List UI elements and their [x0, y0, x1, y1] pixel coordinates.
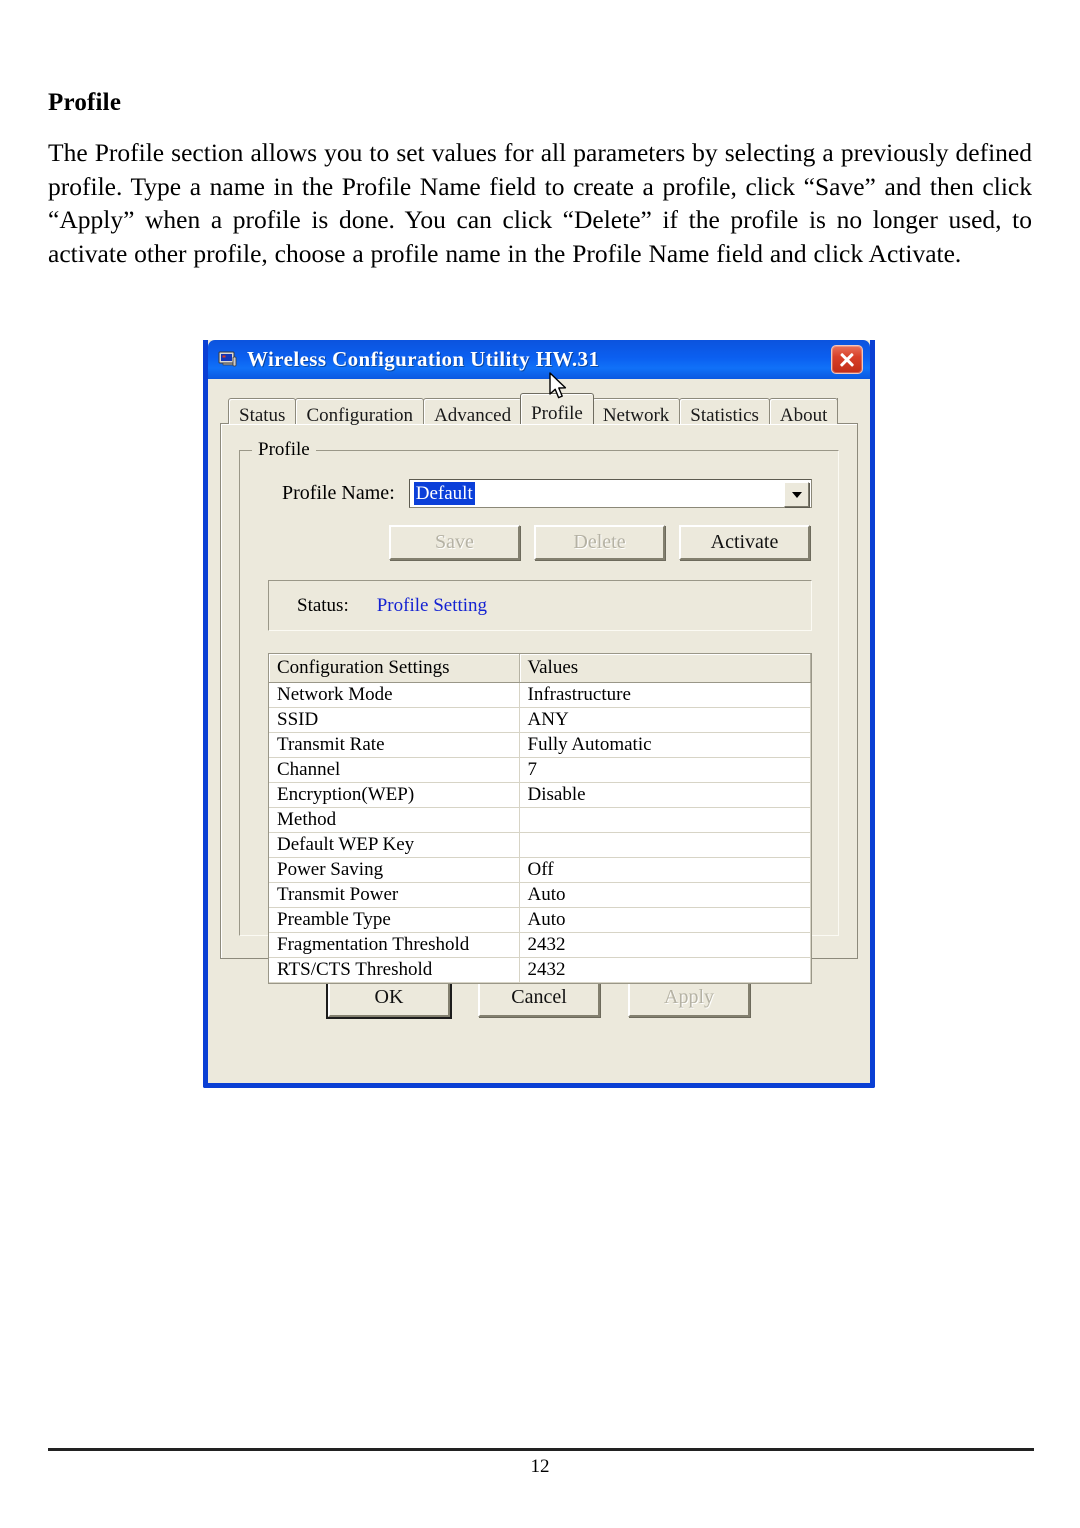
setting-value: Infrastructure	[519, 682, 811, 708]
page-number: 12	[530, 1456, 550, 1477]
table-row: Transmit Power Auto	[269, 882, 811, 908]
activate-button[interactable]: Activate	[679, 525, 810, 560]
table-row: Encryption(WEP) Disable	[269, 782, 811, 808]
profile-action-buttons: Save Delete Activate	[260, 525, 810, 560]
setting-name: Transmit Rate	[269, 732, 520, 758]
status-panel: Status: Profile Setting	[268, 580, 812, 631]
setting-name: SSID	[269, 707, 520, 733]
profile-groupbox-title: Profile	[252, 439, 316, 461]
dialog-client-area: Status Configuration Advanced Profile Ne…	[208, 379, 870, 1027]
table-row: SSID ANY	[269, 707, 811, 733]
footer-rule	[48, 1448, 1034, 1451]
status-value: Profile Setting	[376, 594, 488, 616]
setting-name: Method	[269, 807, 520, 833]
tab-network[interactable]: Network	[591, 398, 681, 425]
status-label: Status:	[297, 594, 349, 616]
delete-button[interactable]: Delete	[534, 525, 665, 560]
setting-value: Auto	[519, 907, 811, 933]
setting-name: Fragmentation Threshold	[269, 932, 520, 958]
profile-name-label: Profile Name:	[282, 482, 395, 504]
setting-value	[519, 832, 811, 858]
profile-name-input[interactable]: Default	[413, 482, 475, 505]
table-row: Method	[269, 807, 811, 833]
dialog-footer: OK Cancel Apply	[220, 977, 858, 1019]
tab-advanced[interactable]: Advanced	[423, 398, 523, 425]
setting-value: Off	[519, 857, 811, 883]
tab-about[interactable]: About	[768, 398, 839, 425]
tab-configuration[interactable]: Configuration	[295, 398, 425, 425]
table-header-row: Configuration Settings Values	[269, 654, 811, 683]
table-row: Preamble Type Auto	[269, 907, 811, 933]
computer-icon	[218, 351, 237, 368]
setting-value: 7	[519, 757, 811, 783]
configuration-settings-table: Configuration Settings Values Network Mo…	[268, 653, 812, 984]
column-header-values: Values	[519, 654, 811, 683]
setting-value: 2432	[519, 932, 811, 958]
wireless-utility-window: Wireless Configuration Utility HW.31 Sta…	[203, 340, 875, 1088]
profile-groupbox: Profile Profile Name: Default Save Delet…	[239, 439, 839, 984]
setting-value: 2432	[519, 957, 811, 983]
setting-value	[519, 807, 811, 833]
document-page: Profile The Profile section allows you t…	[0, 0, 1080, 1528]
setting-value: Auto	[519, 882, 811, 908]
tab-status[interactable]: Status	[228, 398, 297, 425]
table-row: Transmit Rate Fully Automatic	[269, 732, 811, 758]
setting-value: Disable	[519, 782, 811, 808]
chevron-down-icon[interactable]	[784, 482, 809, 507]
tab-profile[interactable]: Profile	[520, 393, 594, 424]
apply-button[interactable]: Apply	[628, 979, 750, 1017]
table-row: Fragmentation Threshold 2432	[269, 932, 811, 958]
setting-value: ANY	[519, 707, 811, 733]
table-row: RTS/CTS Threshold 2432	[269, 957, 811, 983]
table-row: Power Saving Off	[269, 857, 811, 883]
window-title: Wireless Configuration Utility HW.31	[247, 347, 600, 371]
setting-name: Network Mode	[269, 682, 520, 708]
close-icon[interactable]	[831, 345, 863, 374]
setting-name: Channel	[269, 757, 520, 783]
page-title: Profile	[48, 89, 122, 116]
cancel-button[interactable]: Cancel	[478, 979, 600, 1017]
profile-name-row: Profile Name: Default	[282, 479, 818, 508]
tab-strip-filler	[837, 398, 847, 424]
title-bar: Wireless Configuration Utility HW.31	[208, 340, 870, 379]
setting-name: RTS/CTS Threshold	[269, 957, 520, 983]
setting-name: Transmit Power	[269, 882, 520, 908]
setting-name: Default WEP Key	[269, 832, 520, 858]
profile-name-combobox[interactable]: Default	[408, 479, 812, 508]
tab-page-profile: Profile Profile Name: Default Save Delet…	[220, 423, 858, 984]
tab-statistics[interactable]: Statistics	[679, 398, 770, 425]
document-body: Profile The Profile section allows you t…	[48, 88, 1032, 270]
table-row: Channel 7	[269, 757, 811, 783]
body-paragraph: The Profile section allows you to set va…	[48, 138, 1032, 268]
settings-table-body: Network Mode Infrastructure SSID ANY Trans…	[269, 682, 811, 983]
column-header-settings: Configuration Settings	[269, 654, 520, 683]
setting-name: Power Saving	[269, 857, 520, 883]
setting-value: Fully Automatic	[519, 732, 811, 758]
dialog-frame: Wireless Configuration Utility HW.31 Sta…	[203, 340, 875, 1088]
ok-button[interactable]: OK	[326, 977, 452, 1019]
table-row: Default WEP Key	[269, 832, 811, 858]
setting-name: Encryption(WEP)	[269, 782, 520, 808]
table-row: Network Mode Infrastructure	[269, 682, 811, 708]
save-button[interactable]: Save	[389, 525, 520, 560]
setting-name: Preamble Type	[269, 907, 520, 933]
tab-bar: Status Configuration Advanced Profile Ne…	[228, 391, 858, 425]
